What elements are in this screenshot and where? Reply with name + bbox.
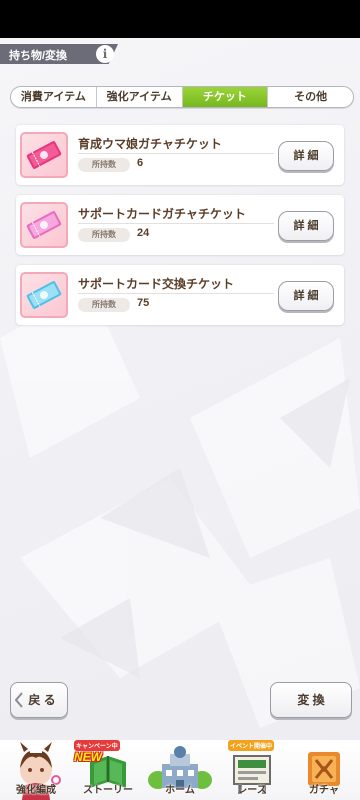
support-card-exchange-ticket-icon (20, 272, 68, 318)
divider (78, 153, 274, 154)
info-icon[interactable]: i (96, 45, 114, 63)
item-name: 育成ウマ娘ガチャチケット (78, 137, 222, 151)
event-badge: イベント開催中 (228, 740, 275, 751)
quantity-value: 24 (137, 227, 150, 239)
tab-tickets[interactable]: チケット (182, 87, 269, 107)
item-name: サポートカード交換チケット (78, 277, 235, 291)
nav-label: ホーム (165, 785, 195, 796)
quantity-label: 所持数 (78, 228, 130, 242)
list-item: 育成ウマ娘ガチャチケット 所持数 6 詳 細 (16, 125, 344, 185)
page-title: 持ち物/変換 (9, 50, 68, 62)
quantity-label: 所持数 (78, 298, 130, 312)
quantity-label: 所持数 (78, 158, 130, 172)
tab-enhancement-items[interactable]: 強化アイテム (97, 87, 183, 107)
chevron-left-icon (15, 692, 23, 708)
category-tabs: 消費アイテム 強化アイテム チケット その他 (10, 86, 354, 108)
detail-button[interactable]: 詳 細 (278, 141, 334, 171)
detail-button[interactable]: 詳 細 (278, 281, 334, 311)
support-card-gacha-ticket-icon (20, 202, 68, 248)
item-name: サポートカードガチャチケット (78, 207, 246, 221)
nav-item-enhance[interactable]: 強化編成 (0, 740, 72, 800)
nav-label: レース (237, 785, 267, 796)
list-item: サポートカードガチャチケット 所持数 24 詳 細 (16, 195, 344, 255)
tab-consumable-items[interactable]: 消費アイテム (11, 87, 97, 107)
bottom-nav: 強化編成 キャンペーン中 NEW ストーリー ホーム イベント開催中 レース ガ… (0, 740, 360, 800)
new-badge: NEW (74, 750, 102, 764)
divider (78, 223, 274, 224)
list-item: サポートカード交換チケット 所持数 75 詳 細 (16, 265, 344, 325)
nav-item-home[interactable]: ホーム (144, 740, 216, 800)
nav-item-story[interactable]: キャンペーン中 NEW ストーリー (72, 740, 144, 800)
detail-button[interactable]: 詳 細 (278, 211, 334, 241)
nav-item-race[interactable]: イベント開催中 レース (216, 740, 288, 800)
back-button-label: 戻 る (28, 693, 56, 707)
trainee-gacha-ticket-icon (20, 132, 68, 178)
quantity-value: 6 (137, 157, 144, 169)
status-bar (0, 0, 360, 38)
divider (78, 293, 274, 294)
nav-label: ガチャ (309, 785, 339, 796)
convert-button[interactable]: 変 換 (270, 682, 352, 718)
nav-label: ストーリー (83, 785, 133, 796)
tab-other[interactable]: その他 (268, 87, 353, 107)
quantity-value: 75 (137, 297, 150, 309)
nav-item-gacha[interactable]: ガチャ (288, 740, 360, 800)
nav-label: 強化編成 (16, 785, 56, 796)
back-button[interactable]: 戻 る (10, 682, 68, 718)
